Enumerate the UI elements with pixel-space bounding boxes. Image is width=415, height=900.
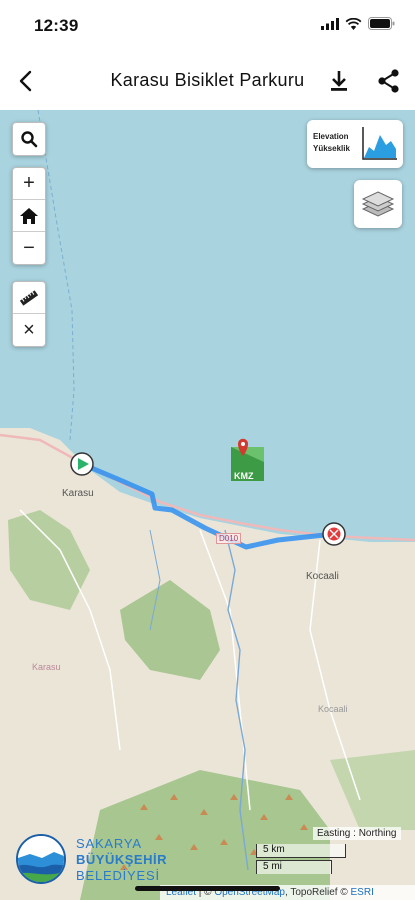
- place-label-karasu: Karasu: [62, 488, 94, 499]
- wifi-icon: [345, 17, 362, 30]
- logo-line3: BELEDİYESİ: [76, 868, 160, 883]
- signal-icon: [321, 17, 339, 30]
- zoom-control: + −: [12, 167, 46, 265]
- search-icon: [21, 131, 38, 148]
- layers-icon: [361, 191, 395, 217]
- elevation-label-en: Elevation: [313, 132, 349, 141]
- home-button[interactable]: [13, 200, 45, 232]
- home-icon: [20, 207, 38, 224]
- scale-bar-mi: 5 mi: [256, 860, 332, 874]
- measure-button[interactable]: [13, 282, 45, 314]
- download-icon[interactable]: [324, 66, 354, 96]
- search-button[interactable]: [13, 123, 45, 155]
- coordinate-readout: Easting : Northing: [313, 827, 401, 840]
- logo-line2: BÜYÜKŞEHİR: [76, 852, 167, 867]
- share-icon[interactable]: [374, 66, 404, 96]
- elevation-label-tr: Yükseklik: [313, 144, 350, 153]
- esri-link[interactable]: ESRI: [351, 887, 374, 898]
- status-icons: [321, 17, 395, 30]
- clear-measure-button[interactable]: ×: [13, 314, 45, 346]
- elevation-button[interactable]: Elevation Yükseklik: [307, 120, 403, 168]
- home-indicator: [135, 886, 280, 891]
- place-label-kocaali-district: Kocaali: [318, 704, 348, 714]
- battery-icon: [368, 17, 395, 30]
- map-view[interactable]: Karasu Kocaali Karasu Kocaali D010 KMZ +…: [0, 110, 415, 900]
- logo-line1: SAKARYA: [76, 836, 142, 851]
- scale-bar-km: 5 km: [256, 844, 346, 858]
- status-bar: 12:39: [0, 0, 415, 52]
- zoom-in-button[interactable]: +: [13, 168, 45, 200]
- place-label-kocaali: Kocaali: [306, 571, 339, 582]
- zoom-out-button[interactable]: −: [13, 232, 45, 264]
- sakarya-logo: SAKARYA BÜYÜKŞEHİR BELEDİYESİ: [14, 832, 184, 888]
- ruler-icon: [19, 289, 39, 306]
- layers-button[interactable]: [354, 180, 402, 228]
- map-canvas: [0, 110, 415, 900]
- kmz-label: KMZ: [234, 471, 254, 481]
- finish-marker[interactable]: [322, 522, 346, 546]
- measure-control: ×: [12, 281, 46, 347]
- nav-bar: Karasu Bisiklet Parkuru: [0, 52, 415, 110]
- logo-emblem-icon: [16, 834, 66, 884]
- elevation-chart-icon: [362, 127, 397, 160]
- start-marker[interactable]: [70, 452, 94, 476]
- search-control: [12, 122, 46, 156]
- status-time: 12:39: [34, 16, 79, 35]
- road-label: D010: [216, 533, 242, 544]
- place-label-karasu-district: Karasu: [32, 662, 61, 672]
